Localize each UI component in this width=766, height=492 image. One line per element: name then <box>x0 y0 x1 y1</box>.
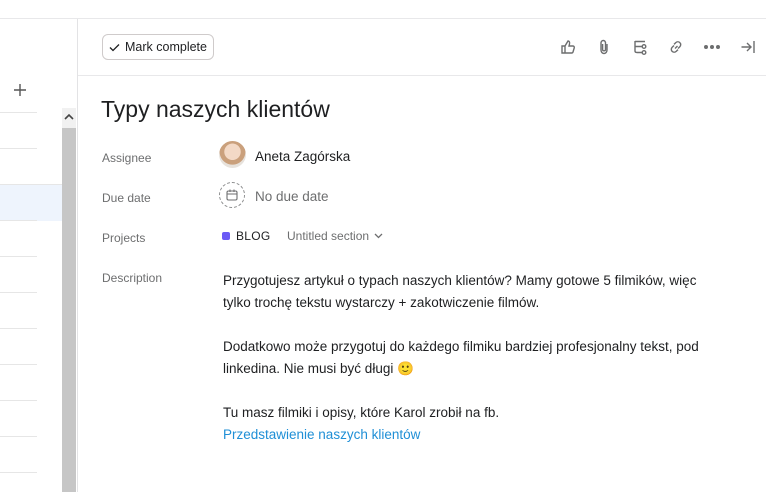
mark-complete-button[interactable]: Mark complete <box>102 34 214 60</box>
list-row[interactable] <box>0 472 37 473</box>
plus-icon[interactable] <box>12 83 28 99</box>
list-row[interactable] <box>0 112 37 113</box>
due-date-label: Due date <box>102 191 151 205</box>
section-name: Untitled section <box>287 229 370 243</box>
description-editor[interactable]: Przygotujesz artykuł o typach naszych kl… <box>223 270 733 446</box>
description-line: Dodatkowo może przygotuj do każdego film… <box>223 339 699 354</box>
mark-complete-label: Mark complete <box>125 40 207 54</box>
assignee-name[interactable]: Aneta Zagórska <box>255 149 350 164</box>
list-row[interactable] <box>0 436 37 437</box>
description-label: Description <box>102 271 163 285</box>
list-row[interactable] <box>0 292 37 293</box>
thumbs-up-icon[interactable] <box>550 37 586 57</box>
list-row-selected[interactable] <box>0 184 62 221</box>
description-line: Tu masz filmiki i opisy, które Karol zro… <box>223 405 500 420</box>
avatar[interactable] <box>219 141 246 168</box>
list-row[interactable] <box>0 400 37 401</box>
scroll-up-arrow-icon[interactable] <box>62 108 76 128</box>
list-row[interactable] <box>0 364 37 365</box>
more-icon[interactable] <box>694 37 730 57</box>
projects-label: Projects <box>102 231 146 245</box>
chevron-down-icon <box>374 233 383 239</box>
scrollbar[interactable] <box>62 108 76 492</box>
task-detail-pane: Mark complete Typy naszych klientów Assi… <box>78 19 766 492</box>
description-line: Przygotujesz artykuł o typach naszych kl… <box>223 273 697 288</box>
due-date-value[interactable]: No due date <box>255 189 329 204</box>
assignee-label: Assignee <box>102 151 152 165</box>
calendar-icon[interactable] <box>219 182 245 208</box>
task-title[interactable]: Typy naszych klientów <box>101 96 330 123</box>
project-color-dot <box>222 232 230 240</box>
project-name[interactable]: BLOG <box>236 229 271 243</box>
section-dropdown[interactable]: Untitled section <box>287 229 383 243</box>
list-row[interactable] <box>0 148 37 149</box>
description-link[interactable]: Przedstawienie naszych klientów <box>223 424 733 446</box>
check-icon <box>109 43 120 51</box>
description-line: linkedina. Nie musi być długi 🙂 <box>223 361 414 376</box>
paperclip-icon[interactable] <box>586 37 622 57</box>
list-row[interactable] <box>0 328 37 329</box>
subtask-icon[interactable] <box>622 37 658 57</box>
task-list-pane <box>0 19 62 492</box>
top-bar <box>0 0 766 19</box>
task-toolbar: Mark complete <box>78 19 766 76</box>
link-icon[interactable] <box>658 37 694 57</box>
list-row[interactable] <box>0 220 37 221</box>
list-row[interactable] <box>0 256 37 257</box>
close-pane-icon[interactable] <box>730 37 766 57</box>
description-line: tylko trochę tekstu wystarczy + zakotwic… <box>223 295 540 310</box>
